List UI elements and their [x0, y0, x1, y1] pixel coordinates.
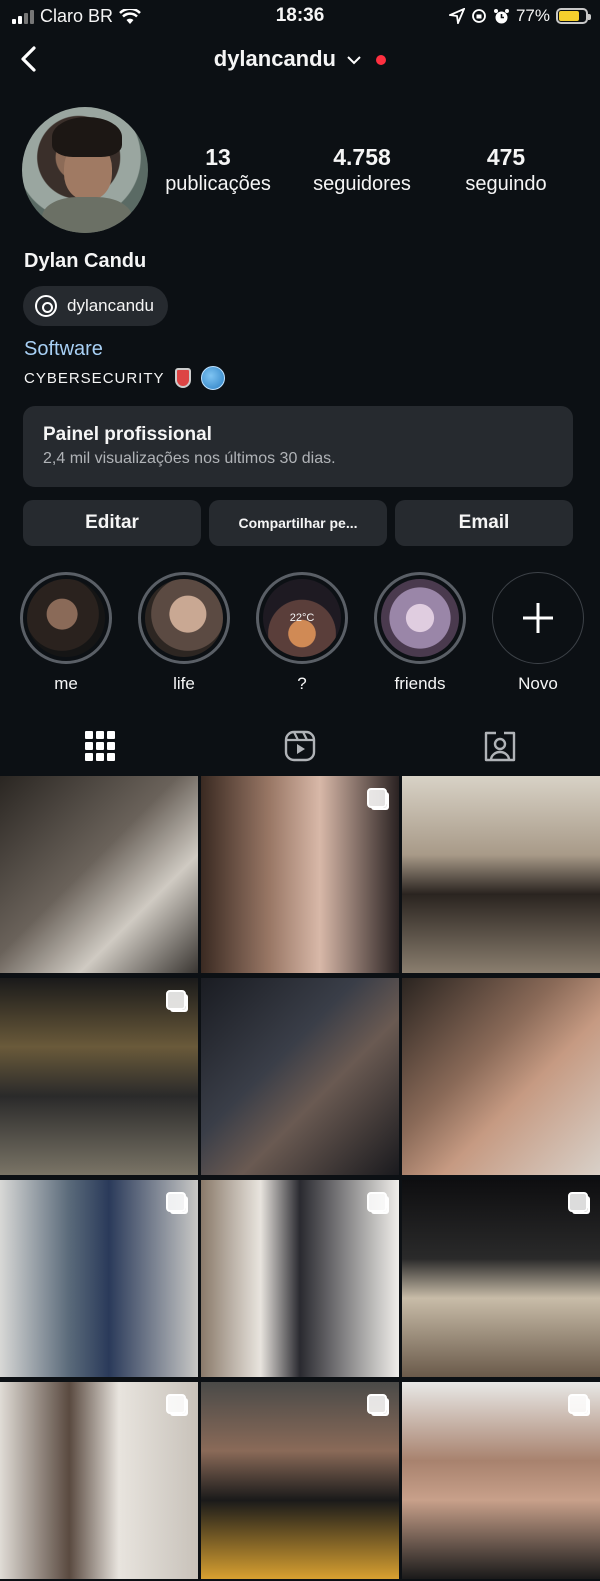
profile-category[interactable]: Software — [24, 338, 103, 361]
rotation-lock-icon — [472, 9, 486, 23]
carousel-icon — [166, 990, 186, 1010]
status-bar: Claro BR 18:36 77% — [0, 0, 600, 32]
stat-posts-label: publicações — [165, 173, 271, 195]
highlight-label: friends — [394, 674, 446, 693]
post-thumbnail[interactable] — [201, 1382, 399, 1579]
post-thumbnail[interactable] — [0, 776, 198, 973]
shield-emoji-icon — [174, 368, 191, 388]
new-highlight-button[interactable]: Novo — [491, 572, 585, 694]
tab-grid[interactable] — [0, 718, 200, 774]
post-thumbnail[interactable] — [402, 1382, 600, 1579]
carousel-icon — [568, 1192, 588, 1212]
dashboard-title: Painel profissional — [43, 424, 212, 445]
stat-following-value: 475 — [486, 144, 526, 170]
profile-header: dylancandu — [0, 36, 600, 84]
battery-icon — [556, 8, 591, 24]
bio-text: CYBERSECURITY — [24, 369, 165, 387]
weather-sticker: 22°C — [289, 612, 315, 624]
reels-icon — [284, 730, 316, 762]
account-switcher[interactable]: dylancandu — [0, 46, 600, 72]
highlight-label: me — [54, 674, 78, 693]
globe-emoji-icon — [200, 366, 225, 390]
profile-avatar[interactable] — [22, 107, 148, 233]
threads-icon — [35, 295, 57, 317]
notification-dot — [376, 55, 387, 66]
plus-icon — [492, 572, 584, 664]
highlight-me[interactable]: me — [19, 572, 113, 694]
post-thumbnail[interactable] — [0, 1180, 198, 1377]
username-title: dylancandu — [213, 46, 336, 71]
stat-following[interactable]: 475 seguindo — [451, 144, 561, 196]
stat-followers[interactable]: 4.758 seguidores — [307, 144, 417, 196]
dashboard-subtitle: 2,4 mil visualizações nos últimos 30 dia… — [43, 450, 336, 467]
stat-followers-label: seguidores — [313, 173, 411, 195]
post-thumbnail[interactable] — [201, 1180, 399, 1377]
threads-badge[interactable]: dylancandu — [23, 286, 168, 326]
tab-reels[interactable] — [200, 718, 400, 774]
share-profile-button[interactable]: Compartilhar pe... — [209, 500, 387, 546]
carousel-icon — [367, 788, 387, 808]
highlight-life[interactable]: life — [137, 572, 231, 694]
tab-tagged[interactable] — [400, 718, 600, 774]
post-thumbnail[interactable] — [0, 978, 198, 1175]
carousel-icon — [367, 1394, 387, 1414]
edit-profile-button[interactable]: Editar — [23, 500, 201, 546]
post-thumbnail[interactable] — [402, 978, 600, 1175]
grid-icon — [85, 731, 115, 761]
post-thumbnail[interactable] — [402, 1180, 600, 1377]
battery-percent: 77% — [515, 6, 550, 25]
highlight-label: life — [173, 674, 195, 693]
stat-posts[interactable]: 13 publicações — [163, 144, 273, 196]
stat-posts-value: 13 — [205, 144, 231, 170]
alarm-icon — [493, 8, 509, 23]
chevron-down-icon — [347, 56, 361, 65]
highlight-question[interactable]: 22°C ? — [255, 572, 349, 694]
post-grid — [0, 776, 600, 1581]
carousel-icon — [367, 1192, 387, 1212]
carousel-icon — [568, 1394, 588, 1414]
stat-following-label: seguindo — [465, 173, 547, 195]
highlight-label: Novo — [518, 674, 558, 693]
profile-bio: CYBERSECURITY — [24, 366, 225, 390]
stat-followers-value: 4.758 — [333, 144, 391, 170]
profile-tabs — [0, 718, 600, 774]
threads-handle: dylancandu — [67, 296, 154, 315]
profile-name: Dylan Candu — [24, 250, 147, 272]
post-thumbnail[interactable] — [0, 1382, 198, 1579]
email-button[interactable]: Email — [395, 500, 573, 546]
location-icon — [448, 8, 465, 24]
carousel-icon — [166, 1394, 186, 1414]
post-thumbnail[interactable] — [402, 776, 600, 973]
tagged-icon — [484, 731, 516, 762]
post-thumbnail[interactable] — [201, 978, 399, 1175]
status-right: 77% — [448, 6, 591, 26]
carousel-icon — [166, 1192, 186, 1212]
professional-dashboard[interactable]: Painel profissional 2,4 mil visualizaçõe… — [23, 406, 573, 487]
highlight-friends[interactable]: friends — [373, 572, 467, 694]
post-thumbnail[interactable] — [201, 776, 399, 973]
highlight-label: ? — [297, 674, 307, 693]
